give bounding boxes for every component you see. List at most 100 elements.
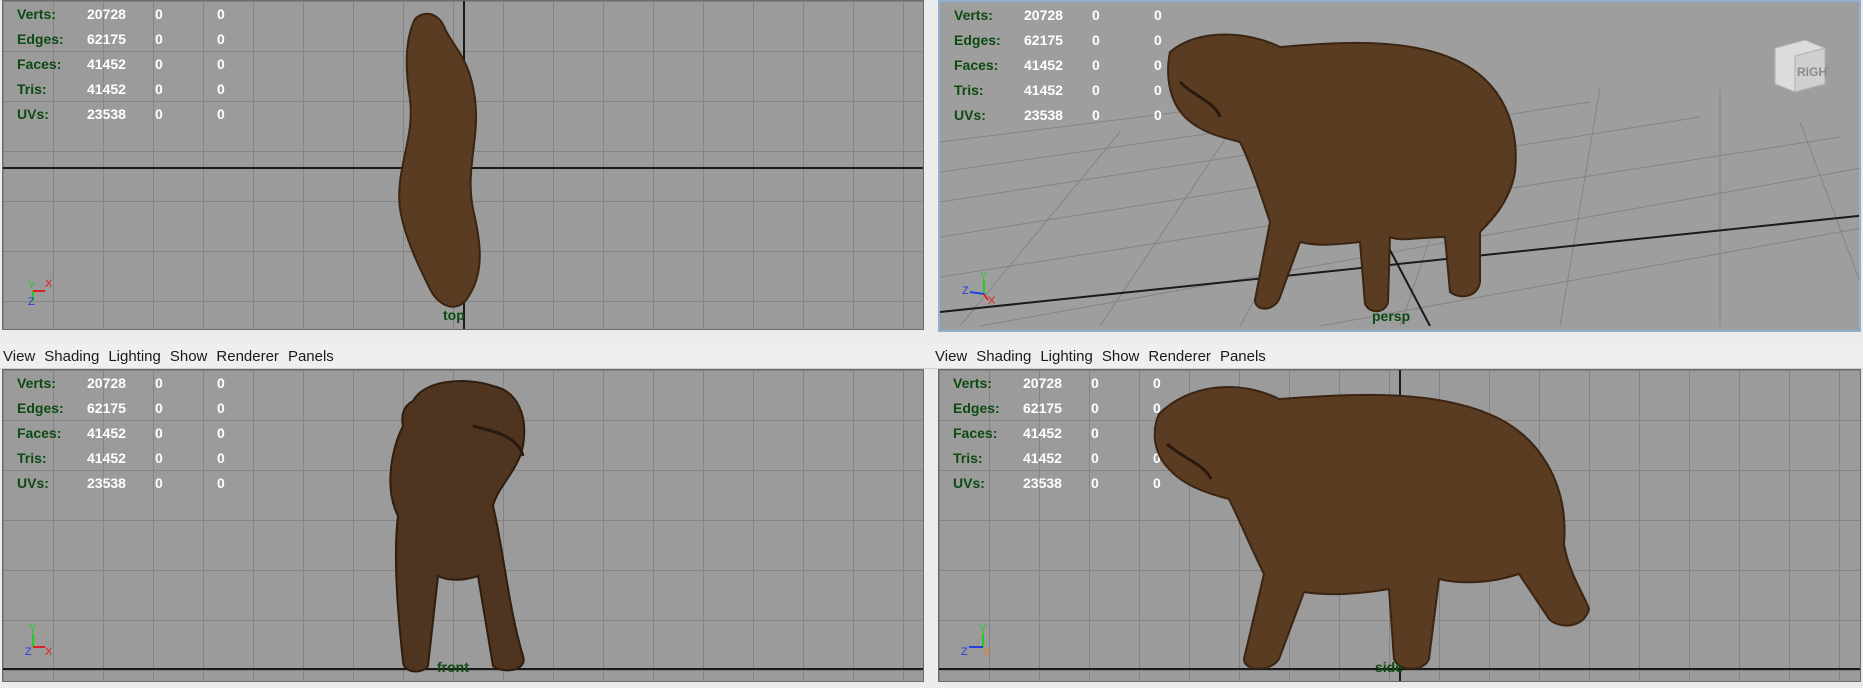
hud-value: 41452 xyxy=(87,449,126,466)
hud-value: 41452 xyxy=(1024,81,1063,98)
hud-value: 0 xyxy=(155,399,163,416)
hud-value: 20728 xyxy=(1024,6,1063,23)
hud-row: UVs: 23538 0 0 xyxy=(954,102,1194,127)
camera-name-label: side xyxy=(1375,659,1404,675)
hud-value: 20728 xyxy=(87,5,126,22)
svg-text:Y: Y xyxy=(29,623,37,635)
viewport-top[interactable]: Verts: 20728 0 0 Edges: 62175 0 0 Faces: 41452 0 0 T… xyxy=(2,0,924,330)
menu-renderer[interactable]: Renderer xyxy=(213,348,285,365)
axis-gizmo: Y Z X xyxy=(962,272,996,307)
hud-row: Faces:4145200 xyxy=(954,52,1194,77)
svg-text:Z: Z xyxy=(28,296,35,307)
viewport-front[interactable]: Verts: 20728 0 0 Edges: 62175 0 0 Faces: 41452 0 0 T… xyxy=(2,369,924,682)
hud-value: 0 xyxy=(155,105,163,122)
menu-shading[interactable]: Shading xyxy=(41,348,105,365)
hud-label: UVs: xyxy=(954,106,986,123)
hud-value: 41452 xyxy=(87,424,126,441)
hud-value: 0 xyxy=(1092,106,1100,123)
hud-row: Tris: 41452 0 0 xyxy=(17,445,257,470)
hud-label: Tris: xyxy=(954,81,984,98)
viewport-pane-side[interactable]: View Shading Lighting Show Renderer Pane… xyxy=(932,344,1863,688)
viewport-pane-front[interactable]: View Shading Lighting Show Renderer Pane… xyxy=(0,344,932,688)
hud-label: Verts: xyxy=(17,374,56,391)
svg-text:X: X xyxy=(988,295,996,307)
viewport-pane-top[interactable]: Verts: 20728 0 0 Edges: 62175 0 0 Faces: 41452 0 0 T… xyxy=(0,0,932,344)
viewport-pane-persp[interactable]: Verts: 20728 0 0 Edges: 62175 0 0 Faces: 41452 0 0 T… xyxy=(932,0,1863,344)
hud-row: Edges: 62175 0 0 xyxy=(17,395,257,420)
hud-value: 0 xyxy=(217,399,225,416)
viewport-menubar: View Shading Lighting Show Renderer Pane… xyxy=(932,344,1863,369)
hud-value: 0 xyxy=(155,80,163,97)
hud-row: UVs: 23538 0 0 xyxy=(17,470,257,495)
hud-label: UVs: xyxy=(17,105,49,122)
hud-value: 0 xyxy=(155,474,163,491)
hud-value: 0 xyxy=(217,424,225,441)
hud-label: Faces: xyxy=(953,424,998,441)
hud-label: Edges: xyxy=(953,399,1000,416)
hud-label: Faces: xyxy=(17,55,62,72)
hud-label: Verts: xyxy=(17,5,56,22)
hud-label: Tris: xyxy=(17,449,47,466)
hud-label: UVs: xyxy=(953,474,985,491)
hud-value: 20728 xyxy=(1023,374,1062,391)
svg-text:Y: Y xyxy=(980,272,988,283)
hud-row: Edges: 62175 0 0 xyxy=(17,26,257,51)
hud-row: Edges: 62175 0 0 xyxy=(954,27,1194,52)
viewport-menubar: View Shading Lighting Show Renderer Pane… xyxy=(0,344,932,369)
menu-shading[interactable]: Shading xyxy=(973,348,1037,365)
view-cube[interactable]: RIGHT xyxy=(1769,34,1829,94)
hud-value: 41452 xyxy=(87,55,126,72)
hud-row: Verts: 20728 0 0 xyxy=(17,370,257,395)
hud-value: 23538 xyxy=(1024,106,1063,123)
hud-value: 62175 xyxy=(87,30,126,47)
hud-value: 41452 xyxy=(87,80,126,97)
hud-label: Edges: xyxy=(17,30,64,47)
hud-value: 62175 xyxy=(87,399,126,416)
hud-value: 0 xyxy=(217,374,225,391)
hud-row: UVs: 23538 0 0 xyxy=(17,101,257,126)
hud-value: 0 xyxy=(155,55,163,72)
axis-gizmo: Y X Z xyxy=(28,278,53,307)
viewport-side[interactable]: Verts:2072800Edges:6217500Faces:4145200T… xyxy=(938,369,1861,682)
hud-row: Faces:4145200 xyxy=(17,51,257,76)
svg-text:X: X xyxy=(45,278,53,290)
poly-count-hud: Verts:2072800Edges:6217500Faces:4145200T… xyxy=(17,370,257,495)
hud-value: 0 xyxy=(1092,56,1100,73)
menu-panels[interactable]: Panels xyxy=(285,348,340,365)
hud-value: 0 xyxy=(217,105,225,122)
hud-row: Tris: 41452 0 0 xyxy=(17,76,257,101)
hud-label: Faces: xyxy=(954,56,999,73)
hud-label: Tris: xyxy=(953,449,983,466)
menu-lighting[interactable]: Lighting xyxy=(1037,348,1099,365)
hud-value: 0 xyxy=(217,5,225,22)
menu-show[interactable]: Show xyxy=(167,348,214,365)
hud-label: Edges: xyxy=(954,31,1001,48)
viewport-persp[interactable]: Verts: 20728 0 0 Edges: 62175 0 0 Faces: 41452 0 0 T… xyxy=(938,0,1861,332)
menu-show[interactable]: Show xyxy=(1099,348,1146,365)
hud-label: Verts: xyxy=(953,374,992,391)
hud-row: Verts: 20728 0 0 xyxy=(17,1,257,26)
hud-label: Edges: xyxy=(17,399,64,416)
menu-renderer[interactable]: Renderer xyxy=(1145,348,1217,365)
hud-value: 0 xyxy=(1092,81,1100,98)
hud-value: 23538 xyxy=(87,474,126,491)
hud-value: 0 xyxy=(155,374,163,391)
svg-text:Y: Y xyxy=(28,280,36,292)
camera-name-label: persp xyxy=(1372,308,1411,324)
axis-gizmo: Y Z X xyxy=(25,623,53,658)
hud-value: 41452 xyxy=(1024,56,1063,73)
svg-text:Z: Z xyxy=(961,646,968,658)
hud-value: 0 xyxy=(155,449,163,466)
menu-view[interactable]: View xyxy=(0,348,41,365)
menu-panels[interactable]: Panels xyxy=(1217,348,1272,365)
hud-label: Verts: xyxy=(954,6,993,23)
hud-value: 62175 xyxy=(1023,399,1062,416)
menu-view[interactable]: View xyxy=(932,348,973,365)
hud-value: 0 xyxy=(217,30,225,47)
hud-row: Faces:4145200 xyxy=(17,420,257,445)
hud-value: 0 xyxy=(155,5,163,22)
menu-lighting[interactable]: Lighting xyxy=(105,348,167,365)
camera-name-label: top xyxy=(443,307,465,323)
hud-value: 0 xyxy=(155,424,163,441)
bear-model-top xyxy=(398,12,481,308)
